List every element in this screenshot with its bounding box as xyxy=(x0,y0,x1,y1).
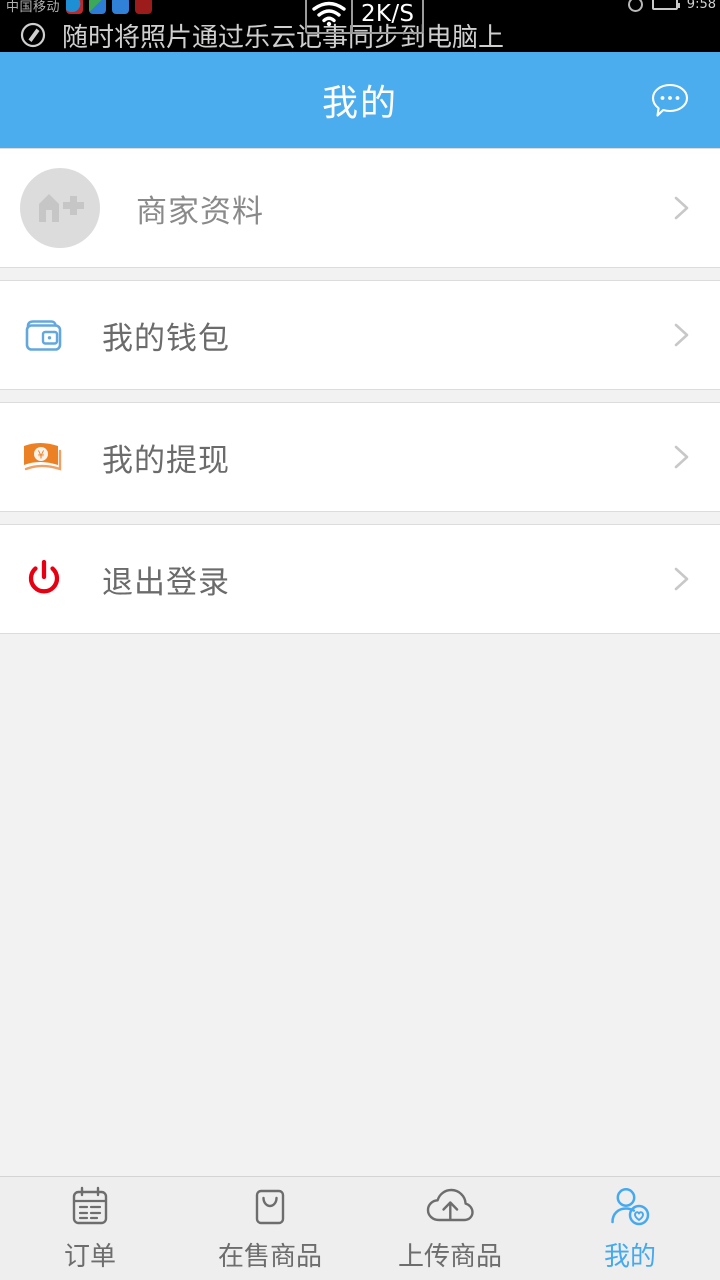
tab-label: 上传商品 xyxy=(397,1242,502,1272)
merchant-avatar-icon xyxy=(20,168,100,248)
list-item-my-withdrawal[interactable]: ¥ 我的提现 xyxy=(0,402,720,512)
network-speed-badge: 2K/S xyxy=(305,0,425,34)
shopping-bag-icon xyxy=(247,1184,293,1230)
banknote-yuan-icon: ¥ xyxy=(20,437,68,477)
tab-upload-item[interactable]: 上传商品 xyxy=(360,1177,540,1280)
list-item-label: 商家资料 xyxy=(136,193,264,230)
compose-icon xyxy=(20,22,46,48)
chevron-right-icon xyxy=(666,442,696,472)
list-item-label: 我的提现 xyxy=(102,442,230,479)
tab-orders[interactable]: 订单 xyxy=(0,1177,180,1280)
tab-mine[interactable]: 我的 xyxy=(540,1177,720,1280)
list-item-merchant-profile[interactable]: 商家资料 xyxy=(0,148,720,268)
sync-icon xyxy=(627,0,643,12)
twitter-icon xyxy=(66,0,84,14)
list-divider-gap xyxy=(0,512,720,524)
clock-label: 9:58 xyxy=(686,0,716,12)
tab-label: 订单 xyxy=(63,1242,116,1272)
network-speed-value: 2K/S xyxy=(361,1,415,27)
calendar-order-icon xyxy=(67,1184,113,1230)
tab-label: 我的 xyxy=(603,1242,656,1272)
page-title: 我的 xyxy=(321,83,398,124)
list-divider-gap xyxy=(0,268,720,280)
list-item-label: 退出登录 xyxy=(102,564,230,601)
chat-bubble-icon[interactable] xyxy=(646,76,694,124)
list-divider-gap xyxy=(0,390,720,402)
wallet-icon xyxy=(20,313,68,357)
battery-icon xyxy=(651,0,680,10)
bottom-tab-bar: 订单 在售商品 上传商品 我的 xyxy=(0,1176,720,1280)
power-off-icon xyxy=(20,557,68,601)
gmail-icon xyxy=(89,0,107,14)
tab-label: 在售商品 xyxy=(217,1242,322,1272)
wifi-icon xyxy=(307,0,353,32)
tab-items-on-sale[interactable]: 在售商品 xyxy=(180,1177,360,1280)
notification-text: 随时将照片通过乐云记事同步到电脑上 xyxy=(62,22,505,53)
status-bar: 中国移动 9:58 2K/S 随时将照片通过乐云记事同步到电脑上 xyxy=(0,0,720,52)
status-bar-right-icons: 9:58 xyxy=(627,0,716,15)
page-header: 我的 xyxy=(0,52,720,148)
chevron-right-icon xyxy=(666,320,696,350)
chevron-right-icon xyxy=(666,564,696,594)
carrier-label: 中国移动 xyxy=(6,0,61,15)
news-icon xyxy=(135,0,153,14)
mail-icon xyxy=(112,0,130,14)
settings-list: 商家资料 我的钱包 ¥ 我的提现 退出登录 xyxy=(0,148,720,634)
app-screen: 中国移动 9:58 2K/S 随时将照片通过乐云记事同步到电脑上 我的 商家资料… xyxy=(0,0,720,1280)
status-bar-left-icons: 中国移动 xyxy=(6,0,153,16)
svg-text:¥: ¥ xyxy=(38,449,45,462)
list-item-label: 我的钱包 xyxy=(102,320,230,357)
chevron-right-icon xyxy=(666,193,696,223)
cloud-upload-icon xyxy=(424,1184,476,1230)
user-heart-icon xyxy=(607,1184,653,1230)
list-item-logout[interactable]: 退出登录 xyxy=(0,524,720,634)
list-item-my-wallet[interactable]: 我的钱包 xyxy=(0,280,720,390)
